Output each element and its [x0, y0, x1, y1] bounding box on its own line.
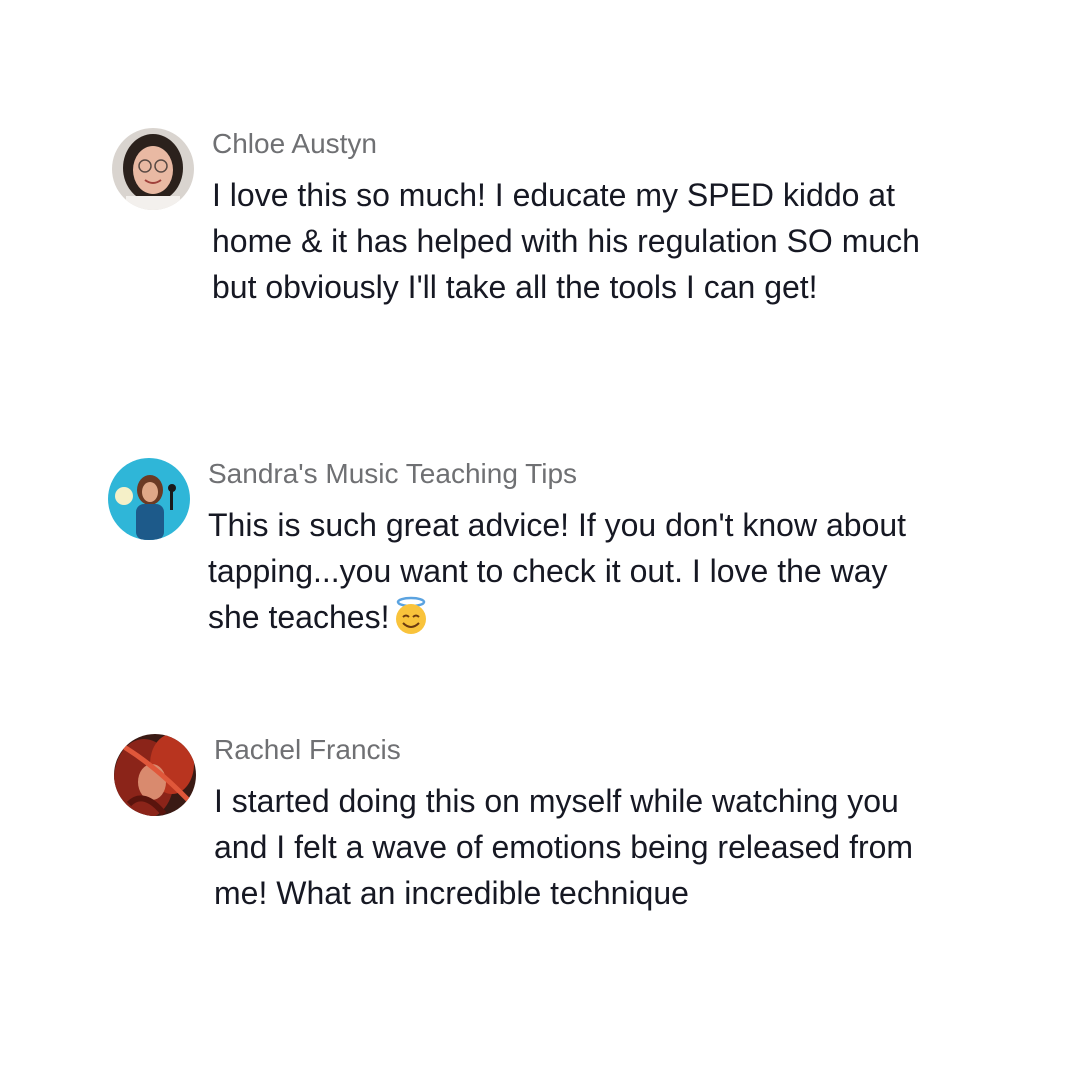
comment-item: Rachel Francis I started doing this on m…	[114, 734, 944, 916]
comment-text: I started doing this on myself while wat…	[214, 783, 914, 911]
comment-username[interactable]: Chloe Austyn	[212, 126, 942, 162]
comment-username[interactable]: Sandra's Music Teaching Tips	[208, 456, 938, 492]
comment-item: Sandra's Music Teaching Tips This is suc…	[108, 458, 938, 640]
avatar-image	[112, 128, 194, 210]
avatar[interactable]	[108, 458, 190, 540]
avatar[interactable]	[112, 128, 194, 210]
comment-text: I love this so much! I educate my SPED k…	[212, 177, 920, 305]
avatar-image	[108, 458, 190, 540]
comment-username[interactable]: Rachel Francis	[214, 732, 944, 768]
comment-text: This is such great advice! If you don't …	[208, 502, 938, 640]
comment-text-content: This is such great advice! If you don't …	[208, 507, 907, 635]
avatar[interactable]	[114, 734, 196, 816]
avatar-image	[114, 734, 196, 816]
comment-item: Chloe Austyn I love this so much! I educ…	[112, 128, 942, 310]
smiling-face-with-halo-icon	[391, 596, 431, 636]
